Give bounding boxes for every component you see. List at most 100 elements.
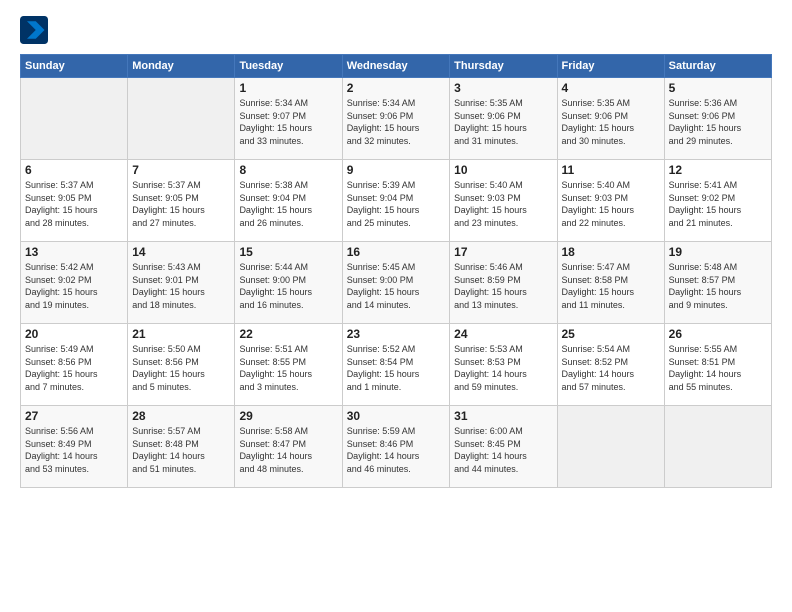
day-info: Sunrise: 5:34 AM Sunset: 9:07 PM Dayligh… [239, 97, 337, 147]
weekday-header-thursday: Thursday [450, 55, 557, 78]
day-number: 31 [454, 409, 552, 423]
day-info: Sunrise: 5:42 AM Sunset: 9:02 PM Dayligh… [25, 261, 123, 311]
day-info: Sunrise: 5:48 AM Sunset: 8:57 PM Dayligh… [669, 261, 767, 311]
day-number: 11 [562, 163, 660, 177]
calendar-cell: 1 Sunrise: 5:34 AM Sunset: 9:07 PM Daylig… [235, 78, 342, 160]
day-info: Sunrise: 5:59 AM Sunset: 8:46 PM Dayligh… [347, 425, 445, 475]
day-number: 19 [669, 245, 767, 259]
day-info: Sunrise: 5:35 AM Sunset: 9:06 PM Dayligh… [454, 97, 552, 147]
day-info: Sunrise: 5:37 AM Sunset: 9:05 PM Dayligh… [25, 179, 123, 229]
day-info: Sunrise: 5:40 AM Sunset: 9:03 PM Dayligh… [562, 179, 660, 229]
header [20, 16, 772, 44]
day-number: 5 [669, 81, 767, 95]
day-info: Sunrise: 6:00 AM Sunset: 8:45 PM Dayligh… [454, 425, 552, 475]
day-number: 23 [347, 327, 445, 341]
day-info: Sunrise: 5:35 AM Sunset: 9:06 PM Dayligh… [562, 97, 660, 147]
calendar-cell: 4 Sunrise: 5:35 AM Sunset: 9:06 PM Daylig… [557, 78, 664, 160]
day-info: Sunrise: 5:43 AM Sunset: 9:01 PM Dayligh… [132, 261, 230, 311]
day-number: 21 [132, 327, 230, 341]
day-info: Sunrise: 5:39 AM Sunset: 9:04 PM Dayligh… [347, 179, 445, 229]
calendar-cell: 25 Sunrise: 5:54 AM Sunset: 8:52 PM Dayli… [557, 324, 664, 406]
week-row-2: 6 Sunrise: 5:37 AM Sunset: 9:05 PM Daylig… [21, 160, 772, 242]
day-info: Sunrise: 5:49 AM Sunset: 8:56 PM Dayligh… [25, 343, 123, 393]
day-number: 4 [562, 81, 660, 95]
day-number: 6 [25, 163, 123, 177]
logo-icon [20, 16, 48, 44]
calendar-cell: 22Sunrise: 5:51 AM Sunset: 8:55 PM Dayli… [235, 324, 342, 406]
week-row-5: 27 Sunrise: 5:56 AM Sunset: 8:49 PM Dayli… [21, 406, 772, 488]
weekday-header-sunday: Sunday [21, 55, 128, 78]
weekday-header-row: SundayMondayTuesdayWednesdayThursdayFrid… [21, 55, 772, 78]
week-row-1: 1 Sunrise: 5:34 AM Sunset: 9:07 PM Daylig… [21, 78, 772, 160]
day-number: 1 [239, 81, 337, 95]
calendar-cell: 18 Sunrise: 5:47 AM Sunset: 8:58 PM Dayli… [557, 242, 664, 324]
day-info: Sunrise: 5:52 AM Sunset: 8:54 PM Dayligh… [347, 343, 445, 393]
calendar-cell [128, 78, 235, 160]
day-number: 24 [454, 327, 552, 341]
calendar-cell: 10 Sunrise: 5:40 AM Sunset: 9:03 PM Dayli… [450, 160, 557, 242]
week-row-4: 20 Sunrise: 5:49 AM Sunset: 8:56 PM Dayli… [21, 324, 772, 406]
calendar-cell: 14Sunrise: 5:43 AM Sunset: 9:01 PM Dayli… [128, 242, 235, 324]
day-info: Sunrise: 5:55 AM Sunset: 8:51 PM Dayligh… [669, 343, 767, 393]
calendar-cell: 26 Sunrise: 5:55 AM Sunset: 8:51 PM Dayli… [664, 324, 771, 406]
day-number: 16 [347, 245, 445, 259]
day-info: Sunrise: 5:45 AM Sunset: 9:00 PM Dayligh… [347, 261, 445, 311]
day-number: 7 [132, 163, 230, 177]
calendar-cell: 12Sunrise: 5:41 AM Sunset: 9:02 PM Dayli… [664, 160, 771, 242]
calendar-cell: 16 Sunrise: 5:45 AM Sunset: 9:00 PM Dayli… [342, 242, 449, 324]
weekday-header-monday: Monday [128, 55, 235, 78]
calendar-cell: 21Sunrise: 5:50 AM Sunset: 8:56 PM Dayli… [128, 324, 235, 406]
day-info: Sunrise: 5:38 AM Sunset: 9:04 PM Dayligh… [239, 179, 337, 229]
calendar-cell: 15 Sunrise: 5:44 AM Sunset: 9:00 PM Dayli… [235, 242, 342, 324]
day-info: Sunrise: 5:47 AM Sunset: 8:58 PM Dayligh… [562, 261, 660, 311]
day-info: Sunrise: 5:36 AM Sunset: 9:06 PM Dayligh… [669, 97, 767, 147]
day-number: 20 [25, 327, 123, 341]
day-number: 2 [347, 81, 445, 95]
day-number: 9 [347, 163, 445, 177]
calendar-cell [557, 406, 664, 488]
day-number: 25 [562, 327, 660, 341]
calendar-cell: 23 Sunrise: 5:52 AM Sunset: 8:54 PM Dayli… [342, 324, 449, 406]
day-number: 10 [454, 163, 552, 177]
day-number: 29 [239, 409, 337, 423]
day-info: Sunrise: 5:54 AM Sunset: 8:52 PM Dayligh… [562, 343, 660, 393]
calendar-cell: 5 Sunrise: 5:36 AM Sunset: 9:06 PM Daylig… [664, 78, 771, 160]
logo [20, 16, 52, 44]
day-info: Sunrise: 5:46 AM Sunset: 8:59 PM Dayligh… [454, 261, 552, 311]
calendar-cell: 2Sunrise: 5:34 AM Sunset: 9:06 PM Daylig… [342, 78, 449, 160]
calendar-cell: 9 Sunrise: 5:39 AM Sunset: 9:04 PM Daylig… [342, 160, 449, 242]
day-number: 8 [239, 163, 337, 177]
calendar-cell: 29 Sunrise: 5:58 AM Sunset: 8:47 PM Dayli… [235, 406, 342, 488]
calendar-cell: 6 Sunrise: 5:37 AM Sunset: 9:05 PM Daylig… [21, 160, 128, 242]
week-row-3: 13 Sunrise: 5:42 AM Sunset: 9:02 PM Dayli… [21, 242, 772, 324]
calendar-cell: 7 Sunrise: 5:37 AM Sunset: 9:05 PM Daylig… [128, 160, 235, 242]
calendar-cell: 13 Sunrise: 5:42 AM Sunset: 9:02 PM Dayli… [21, 242, 128, 324]
day-number: 18 [562, 245, 660, 259]
page: SundayMondayTuesdayWednesdayThursdayFrid… [0, 0, 792, 612]
calendar-cell: 27 Sunrise: 5:56 AM Sunset: 8:49 PM Dayli… [21, 406, 128, 488]
day-number: 28 [132, 409, 230, 423]
day-number: 15 [239, 245, 337, 259]
day-info: Sunrise: 5:56 AM Sunset: 8:49 PM Dayligh… [25, 425, 123, 475]
calendar-cell: 19 Sunrise: 5:48 AM Sunset: 8:57 PM Dayli… [664, 242, 771, 324]
calendar-cell: 8 Sunrise: 5:38 AM Sunset: 9:04 PM Daylig… [235, 160, 342, 242]
day-info: Sunrise: 5:44 AM Sunset: 9:00 PM Dayligh… [239, 261, 337, 311]
day-number: 30 [347, 409, 445, 423]
day-info: Sunrise: 5:40 AM Sunset: 9:03 PM Dayligh… [454, 179, 552, 229]
calendar-cell [664, 406, 771, 488]
calendar-cell: 31 Sunrise: 6:00 AM Sunset: 8:45 PM Dayli… [450, 406, 557, 488]
day-number: 13 [25, 245, 123, 259]
calendar-cell [21, 78, 128, 160]
calendar-cell: 11 Sunrise: 5:40 AM Sunset: 9:03 PM Dayli… [557, 160, 664, 242]
day-number: 22 [239, 327, 337, 341]
day-info: Sunrise: 5:37 AM Sunset: 9:05 PM Dayligh… [132, 179, 230, 229]
calendar-cell: 3Sunrise: 5:35 AM Sunset: 9:06 PM Daylig… [450, 78, 557, 160]
day-number: 26 [669, 327, 767, 341]
weekday-header-saturday: Saturday [664, 55, 771, 78]
calendar-cell: 28Sunrise: 5:57 AM Sunset: 8:48 PM Dayli… [128, 406, 235, 488]
day-info: Sunrise: 5:58 AM Sunset: 8:47 PM Dayligh… [239, 425, 337, 475]
calendar-cell: 17Sunrise: 5:46 AM Sunset: 8:59 PM Dayli… [450, 242, 557, 324]
day-number: 27 [25, 409, 123, 423]
weekday-header-wednesday: Wednesday [342, 55, 449, 78]
day-number: 12 [669, 163, 767, 177]
